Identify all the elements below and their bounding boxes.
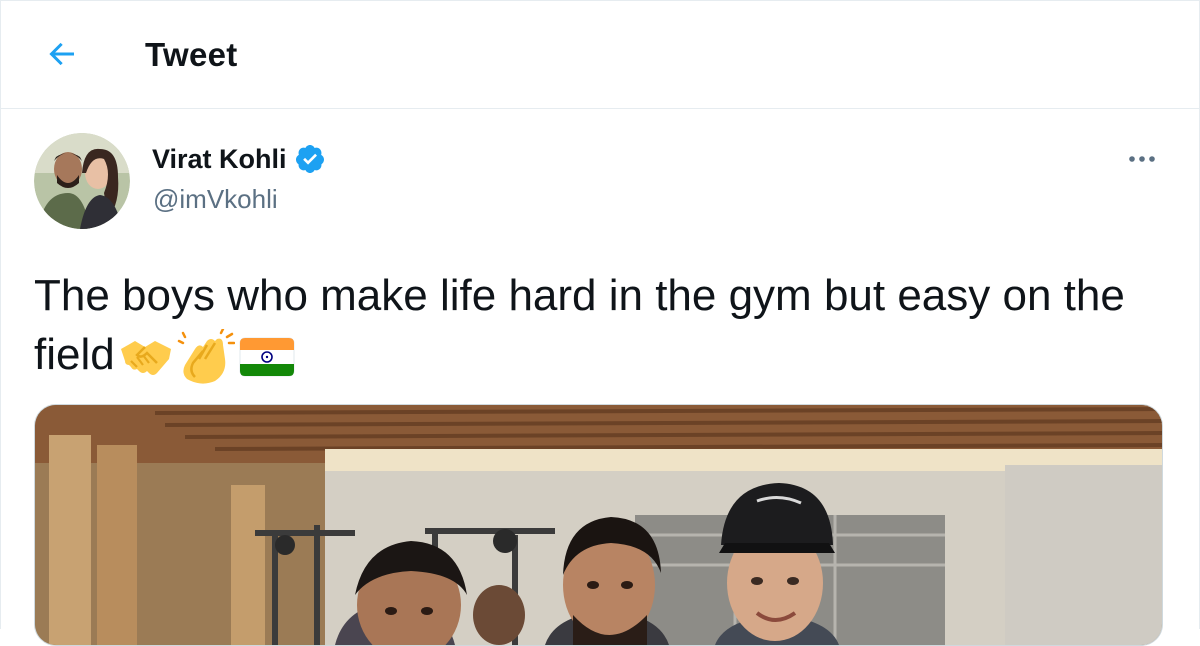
india-flag-emoji — [239, 337, 295, 377]
tweet-photo[interactable] — [34, 404, 1163, 646]
page-title: Tweet — [145, 36, 238, 73]
more-horizontal-icon — [1129, 156, 1155, 162]
handshake-emoji — [120, 341, 171, 376]
author-row: Virat Kohli — [152, 143, 326, 175]
verified-badge-icon — [295, 145, 324, 173]
avatar[interactable] — [34, 133, 130, 229]
author-handle[interactable]: @imVkohli — [153, 184, 278, 215]
more-options-button[interactable] — [1118, 138, 1166, 180]
arrow-left-icon — [49, 42, 74, 66]
tweet-text: The boys who make life hard in the gym b… — [34, 266, 1164, 385]
author-name[interactable]: Virat Kohli — [152, 144, 287, 175]
back-button[interactable] — [38, 30, 86, 78]
clapping-hands-emoji — [177, 329, 235, 384]
page-header: Tweet — [0, 0, 1200, 109]
